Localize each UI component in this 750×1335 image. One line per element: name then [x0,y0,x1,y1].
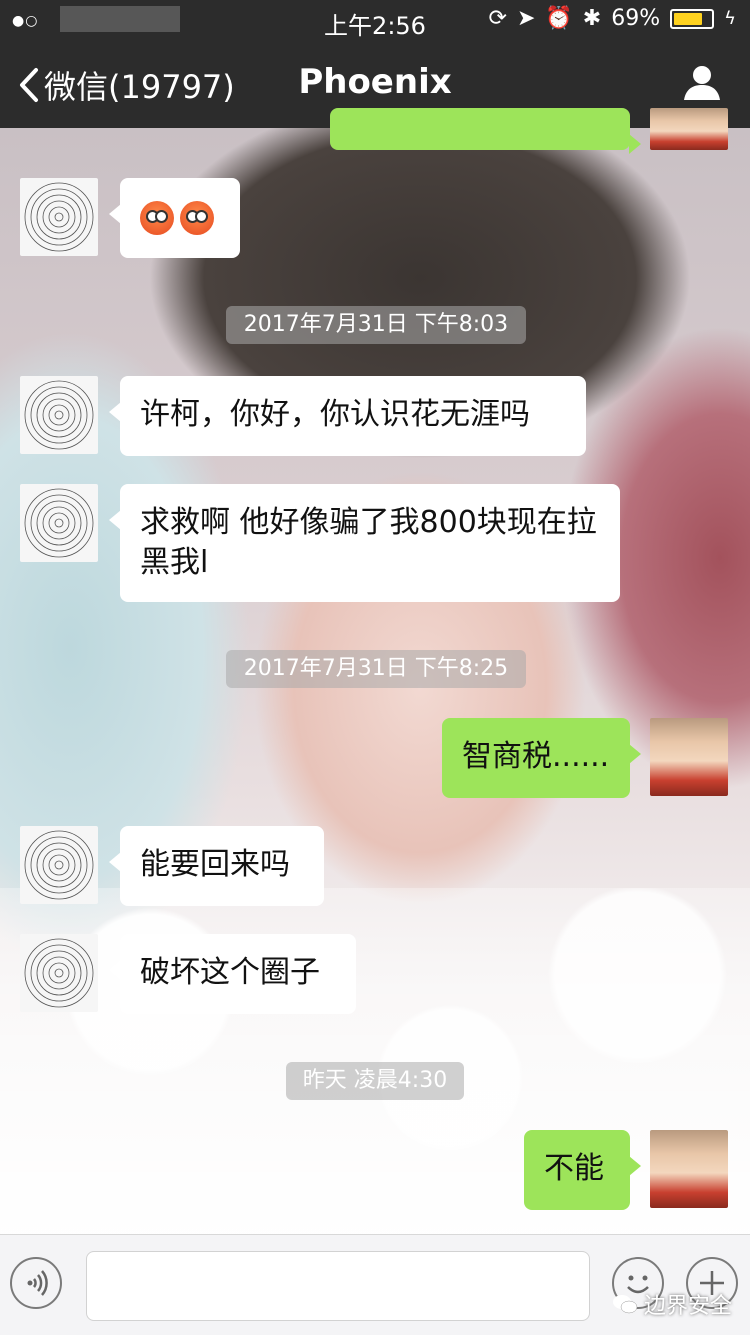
battery-icon [670,8,715,29]
user-profile-icon[interactable] [682,62,722,102]
wechat-logo-icon [612,1295,638,1314]
contact-avatar[interactable] [20,934,98,1012]
timestamp: 昨天 凌晨4:30 [286,1062,464,1100]
message-bubble[interactable] [109,178,240,258]
battery-percent: 69% [611,6,661,31]
my-avatar[interactable] [650,718,728,796]
timestamp: 2017年7月31日 下午8:03 [226,306,526,344]
contact-avatar[interactable] [20,376,98,454]
message-bubble[interactable]: 不能 [524,1130,641,1210]
message-bubble[interactable]: 能要回来吗 [109,826,324,906]
background-lace [0,888,750,1234]
voice-icon[interactable] [10,1257,62,1309]
message-bubble[interactable]: 求救啊 他好像骗了我800块现在拉黑我l [109,484,620,602]
alarm-icon: ⏰ [545,6,573,31]
rotation-lock-icon: ⟳ [488,6,507,31]
message-bubble-partial[interactable] [330,108,641,154]
contact-avatar[interactable] [20,826,98,904]
message-bubble[interactable]: 智商税...... [442,718,641,798]
status-right: ⟳ ➤ ⏰ ✱ 69% ϟ [489,6,737,31]
message-bubble[interactable]: 破坏这个圈子 [109,934,356,1014]
status-bar: ●○ 上午2:56 ⟳ ➤ ⏰ ✱ 69% ϟ [0,0,750,40]
charging-icon: ϟ [724,8,736,29]
watermark-text: 边界安全 [643,1294,732,1319]
my-avatar[interactable] [650,108,728,150]
my-avatar[interactable] [650,1130,728,1208]
bluetooth-icon: ✱ [582,6,602,31]
message-bubble[interactable]: 许柯，你好，你认识花无涯吗 [109,376,586,456]
flushed-face-emoji [140,200,174,235]
contact-avatar[interactable] [20,484,98,562]
location-icon: ➤ [516,6,536,31]
message-input[interactable] [86,1251,590,1321]
watermark: 边界安全 [612,1288,732,1320]
flushed-face-emoji [180,200,214,235]
chat-title: Phoenix [298,62,452,102]
contact-avatar[interactable] [20,178,98,256]
timestamp: 2017年7月31日 下午8:25 [226,650,526,688]
